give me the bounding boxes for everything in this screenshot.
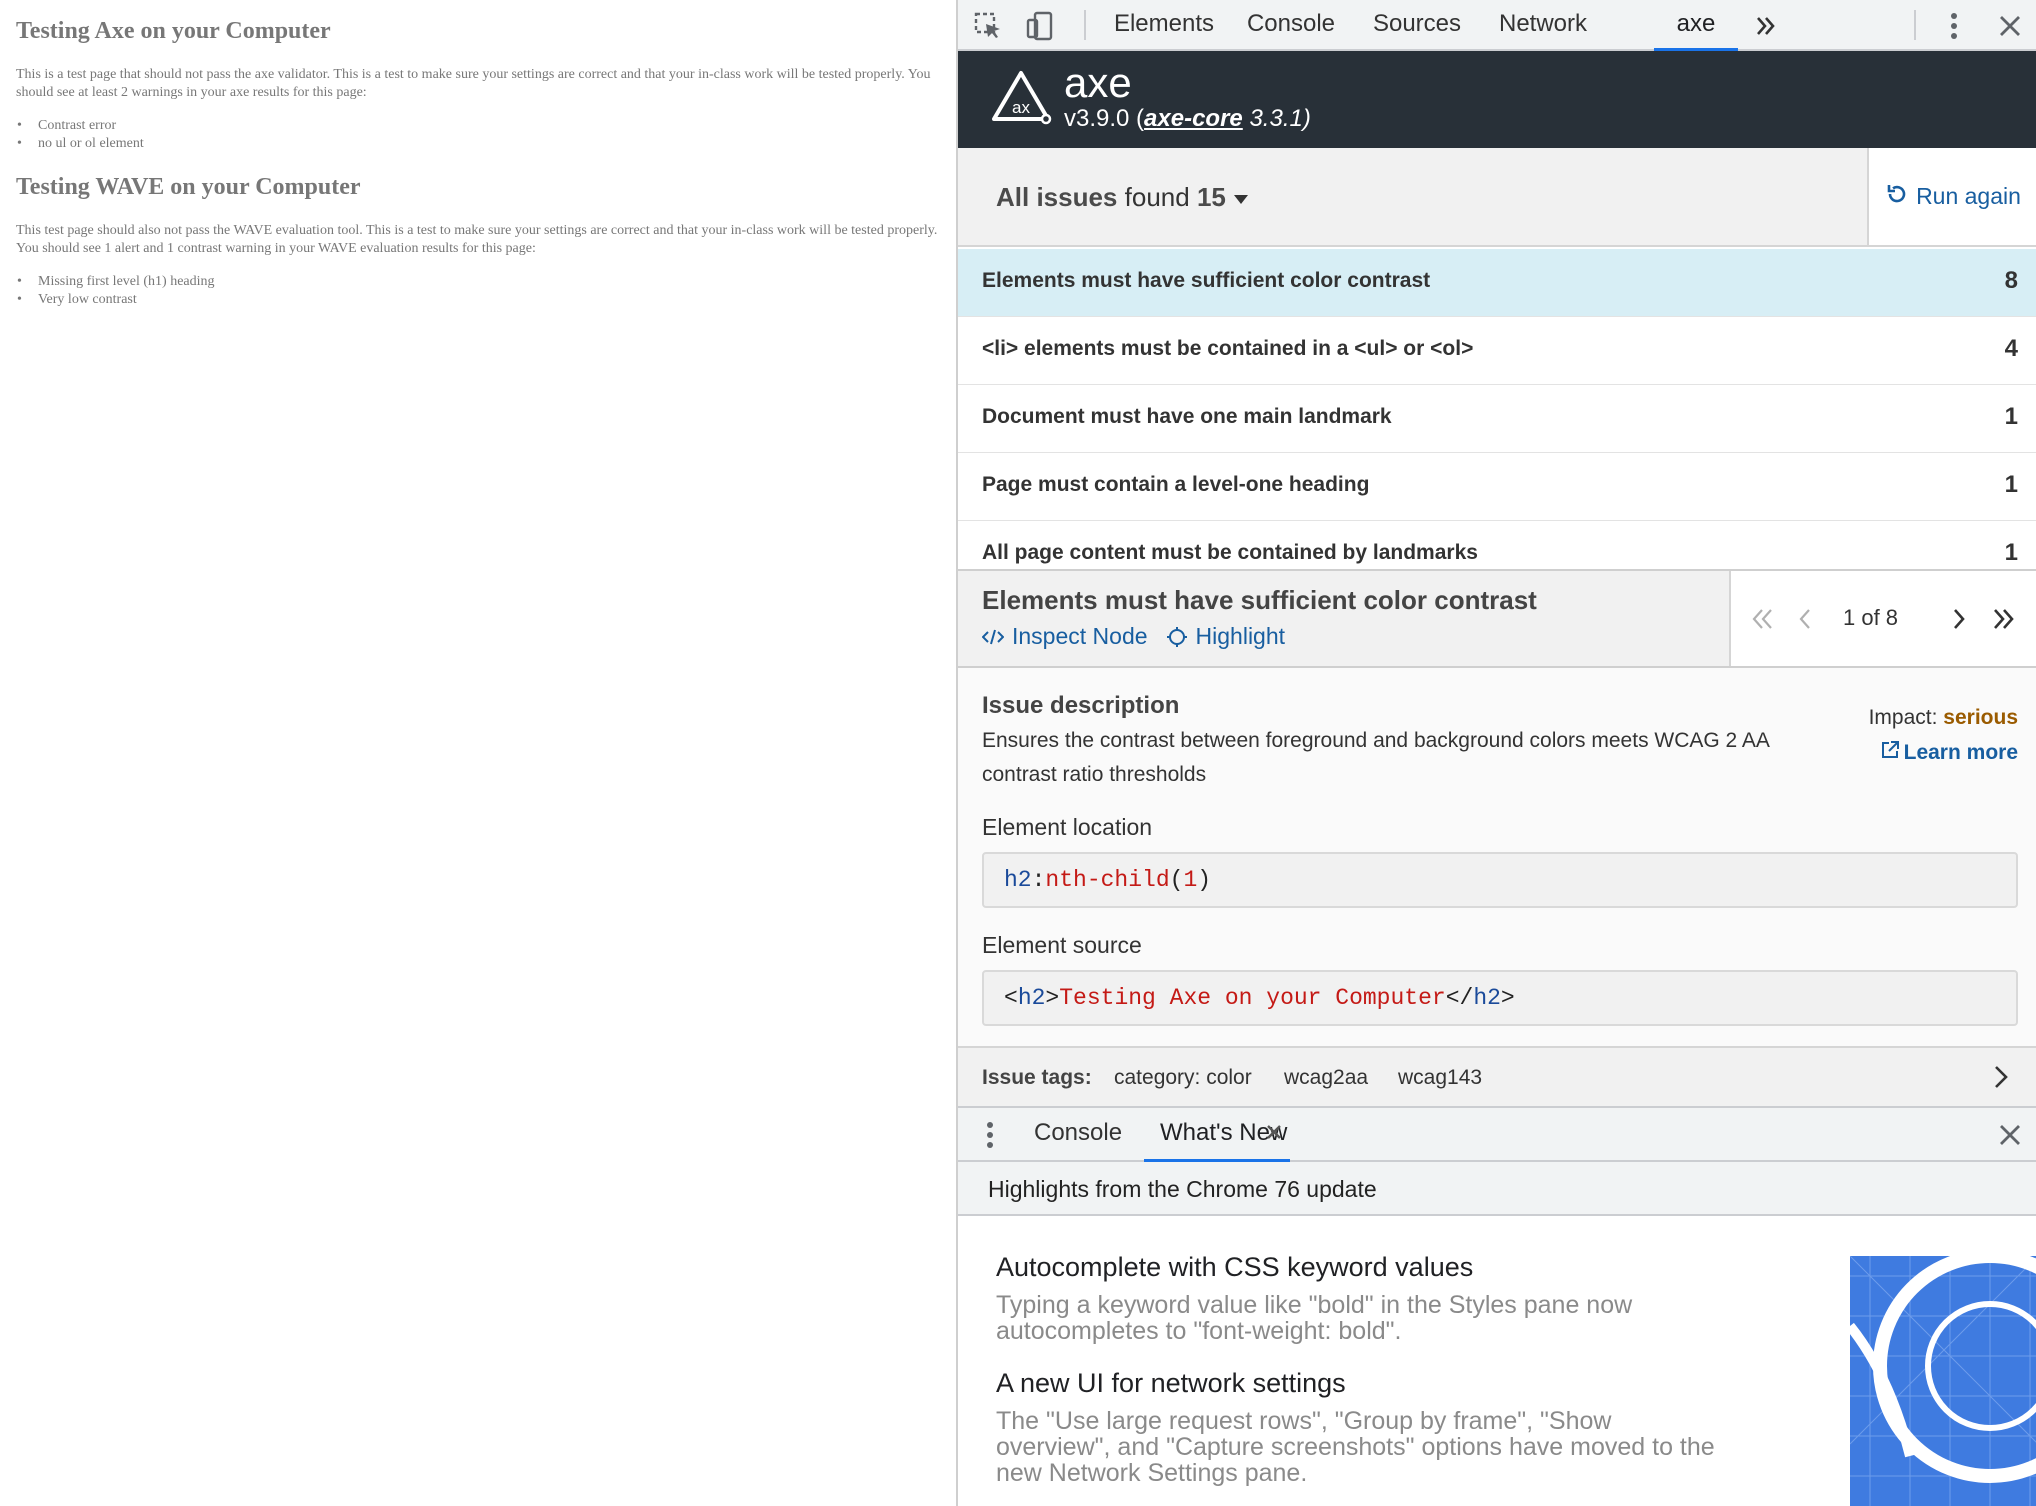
- inspect-node-button[interactable]: Inspect Node: [982, 623, 1148, 650]
- device-toolbar-icon[interactable]: [1022, 8, 1058, 44]
- first-page-icon[interactable]: [1745, 601, 1781, 637]
- issue-tag: wcag2aa: [1284, 1066, 1369, 1089]
- close-drawer-icon[interactable]: [1992, 1117, 2028, 1153]
- feature-text: Typing a keyword value like "bold" in th…: [996, 1291, 1633, 1345]
- list-item: no ul or ol element: [17, 136, 144, 152]
- last-page-icon[interactable]: [1985, 601, 2021, 637]
- element-location-label: Element location: [982, 814, 1153, 840]
- issue-description-heading: Issue description: [982, 692, 1180, 719]
- tab-sources[interactable]: Sources: [1362, 0, 1472, 51]
- highlight-button[interactable]: Highlight: [1166, 623, 1285, 650]
- chevron-right-icon[interactable]: [1988, 1062, 2014, 1097]
- tab-network[interactable]: Network: [1488, 0, 1598, 51]
- drawer-tab-console[interactable]: Console: [1034, 1108, 1122, 1162]
- feature-heading[interactable]: Autocomplete with CSS keyword values: [996, 1252, 1473, 1283]
- axe-header: ax axe v3.9.0 (axe-core 3.3.1): [958, 51, 2036, 148]
- axe-version: v3.9.0 (axe-core 3.3.1): [1064, 105, 1311, 132]
- element-location-code[interactable]: h2:nth-child(1): [982, 852, 2018, 908]
- issue-tag: category: color: [1114, 1066, 1252, 1089]
- code-icon: [982, 628, 1004, 646]
- element-source-label: Element source: [982, 932, 1142, 958]
- paragraph-axe: This is a test page that should not pass…: [16, 67, 931, 100]
- paragraph-wave: This test page should also not pass the …: [16, 223, 938, 256]
- list-item: Very low contrast: [17, 292, 137, 308]
- feature-heading[interactable]: A new UI for network settings: [996, 1368, 1346, 1399]
- axe-title: axe: [1064, 59, 1132, 106]
- pager-position: 1 of 8: [1843, 605, 1899, 630]
- tab-axe[interactable]: axe: [1654, 0, 1738, 51]
- test-page: Testing Axe on your Computer This is a t…: [0, 0, 956, 1506]
- issues-filter-dropdown[interactable]: All issues found 15: [996, 182, 1248, 213]
- issue-row[interactable]: All page content must be contained by la…: [958, 521, 2036, 569]
- list-item: Contrast error: [17, 118, 116, 134]
- inspect-element-icon[interactable]: [970, 8, 1006, 44]
- issues-summary-bar: All issues found 15 Run again: [958, 148, 2036, 247]
- previous-page-icon[interactable]: [1787, 601, 1823, 637]
- element-source-code[interactable]: <h2>Testing Axe on your Computer</h2>: [982, 970, 2018, 1026]
- feature-text: The "Use large request rows", "Group by …: [996, 1407, 1715, 1487]
- svg-text:ax: ax: [1012, 98, 1030, 117]
- drawer-toolbar: Console What's New: [958, 1108, 2036, 1162]
- learn-more-link[interactable]: Learn more: [1880, 740, 2018, 766]
- issue-tags-bar[interactable]: Issue tags: category: color wcag2aa wcag…: [958, 1046, 2036, 1108]
- kebab-menu-icon[interactable]: [1936, 8, 1972, 44]
- list-item: Missing first level (h1) heading: [17, 274, 214, 290]
- highlight-icon: [1166, 626, 1188, 648]
- tab-elements[interactable]: Elements: [1108, 0, 1220, 51]
- whats-new-title: Highlights from the Chrome 76 update: [988, 1176, 1377, 1202]
- issue-row[interactable]: Page must contain a level-one heading 1: [958, 453, 2036, 521]
- issue-detail-title: Elements must have sufficient color cont…: [982, 585, 1537, 615]
- whats-new-body: Autocomplete with CSS keyword values Typ…: [958, 1216, 2036, 1506]
- chrome-update-illustration: [1850, 1256, 2036, 1506]
- issue-row[interactable]: Document must have one main landmark 1: [958, 385, 2036, 453]
- axe-logo-icon: ax: [990, 69, 1052, 130]
- whats-new-title-bar: Highlights from the Chrome 76 update: [958, 1162, 2036, 1216]
- devtools-panel: Elements Console Sources Network axe ax …: [956, 0, 2036, 1506]
- issue-list: Elements must have sufficient color cont…: [958, 249, 2036, 569]
- next-page-icon[interactable]: [1941, 601, 1977, 637]
- issue-row[interactable]: Elements must have sufficient color cont…: [958, 249, 2036, 317]
- drawer-tab-whats-new[interactable]: What's New: [1144, 1108, 1290, 1162]
- heading-testing-axe: Testing Axe on your Computer: [16, 18, 331, 44]
- issue-row[interactable]: <li> elements must be contained in a <ul…: [958, 317, 2036, 385]
- impact-value: serious: [1943, 706, 2018, 729]
- issue-tag: wcag143: [1398, 1066, 1483, 1089]
- issue-detail-header: Elements must have sufficient color cont…: [958, 569, 2036, 668]
- drawer-menu-icon[interactable]: [972, 1117, 1008, 1153]
- close-icon[interactable]: [1992, 8, 2028, 44]
- issue-description-text: Ensures the contrast between foreground …: [982, 729, 1769, 786]
- axe-core-link[interactable]: axe-core: [1144, 105, 1243, 132]
- more-tabs-icon[interactable]: [1748, 8, 1784, 44]
- refresh-icon: [1886, 183, 1908, 211]
- external-link-icon: [1880, 740, 1900, 766]
- caret-down-icon: [1233, 194, 1248, 204]
- issue-pager: 1 of 8: [1729, 571, 2036, 666]
- issue-tags-label: Issue tags:: [982, 1066, 1092, 1089]
- run-again-button[interactable]: Run again: [1867, 148, 2036, 245]
- issue-detail-body: Issue description Ensures the contrast b…: [958, 668, 2036, 1046]
- devtools-toolbar: Elements Console Sources Network axe: [958, 0, 2036, 51]
- close-tab-icon[interactable]: [1266, 1108, 1282, 1158]
- tab-console[interactable]: Console: [1236, 0, 1346, 51]
- impact-label: Impact: serious: [1868, 706, 2018, 729]
- heading-testing-wave: Testing WAVE on your Computer: [16, 174, 361, 200]
